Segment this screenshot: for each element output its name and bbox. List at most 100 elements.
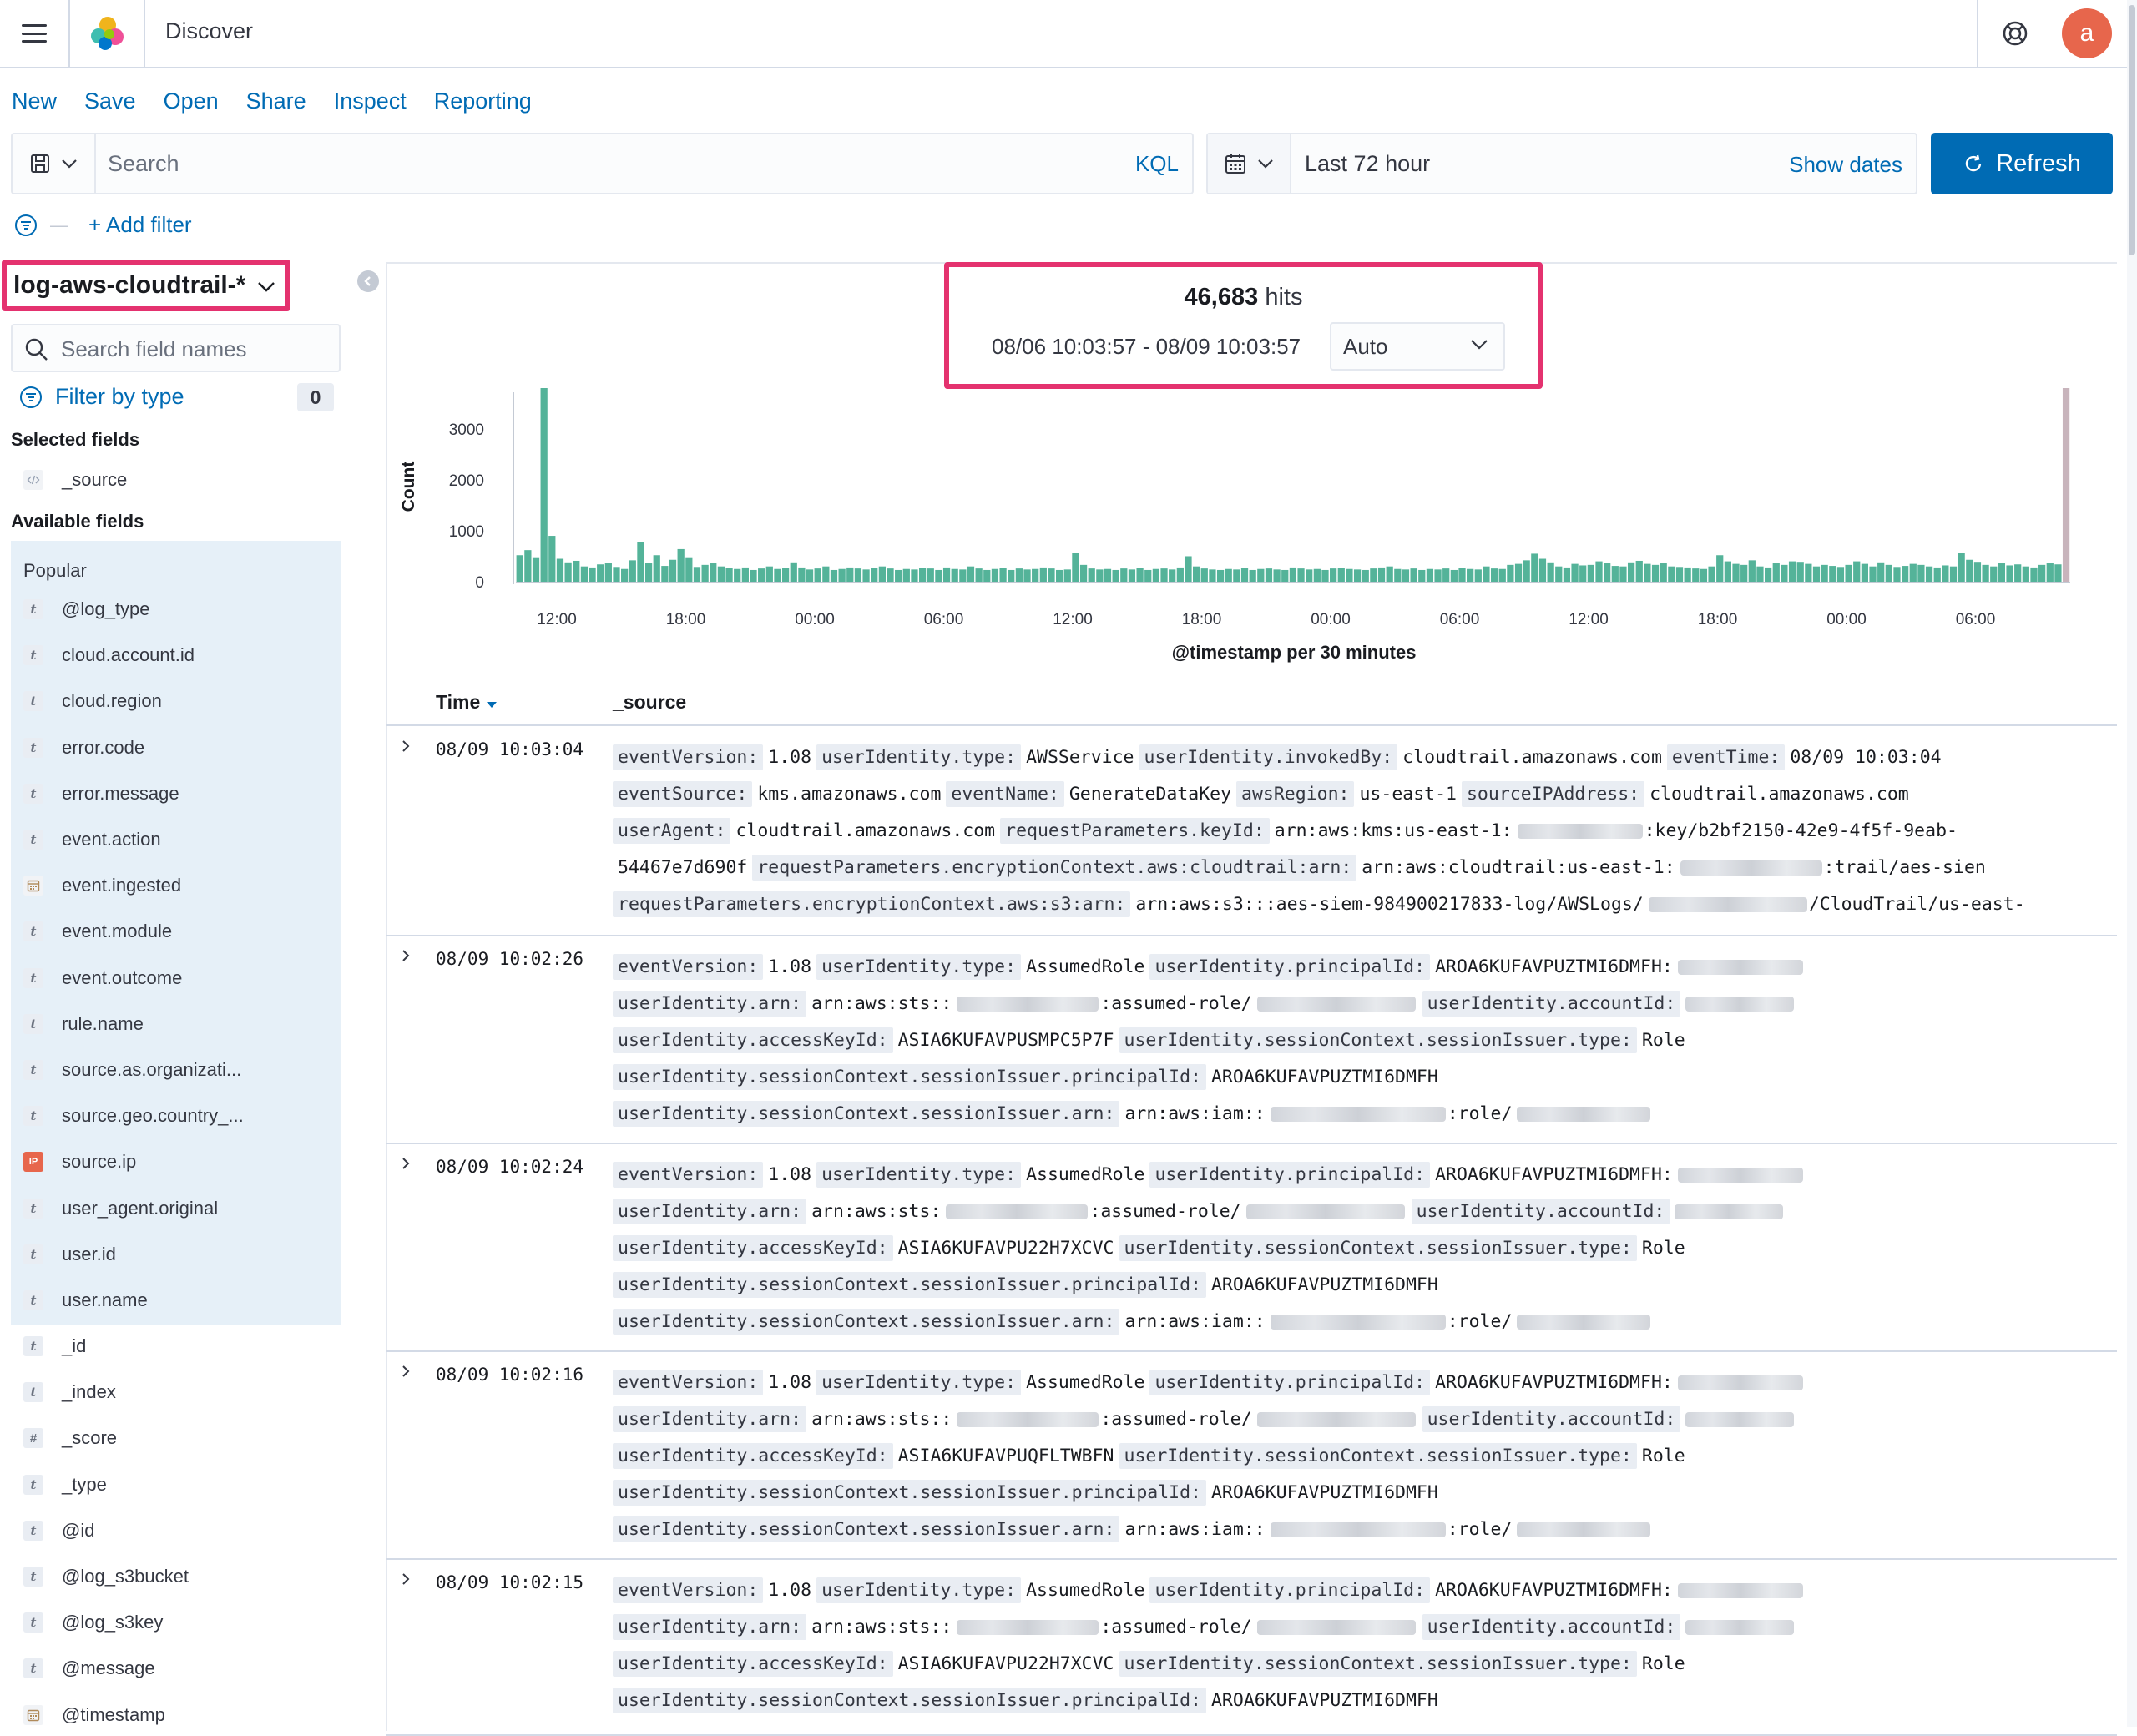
histogram-bar[interactable] xyxy=(918,568,927,582)
histogram-bar[interactable] xyxy=(838,568,846,582)
histogram-bar[interactable] xyxy=(629,560,636,582)
histogram-bar[interactable] xyxy=(887,568,894,582)
field-item[interactable]: # _score xyxy=(23,1421,117,1455)
histogram-bar[interactable] xyxy=(1836,567,1845,582)
menu-button[interactable] xyxy=(0,0,70,67)
histogram-bar[interactable] xyxy=(1240,568,1249,582)
histogram-bar[interactable] xyxy=(1958,553,1965,582)
field-item[interactable]: t user.name xyxy=(23,1284,148,1317)
histogram-bar[interactable] xyxy=(2014,564,2022,582)
histogram-bar[interactable] xyxy=(548,536,556,582)
histogram-bar[interactable] xyxy=(573,560,580,582)
page-scrollbar[interactable] xyxy=(2127,0,2137,1727)
histogram-bar[interactable] xyxy=(661,566,669,582)
histogram-bar[interactable] xyxy=(1675,567,1684,582)
histogram-bar[interactable] xyxy=(556,558,564,582)
histogram-bar[interactable] xyxy=(1619,566,1627,582)
histogram-bar[interactable] xyxy=(516,555,523,582)
histogram-bar[interactable] xyxy=(1796,562,1804,582)
histogram-bar[interactable] xyxy=(1523,560,1530,582)
histogram-bar[interactable] xyxy=(1885,564,1892,582)
histogram-bar[interactable] xyxy=(765,566,773,582)
query-language-toggle[interactable]: KQL xyxy=(1135,151,1179,177)
histogram-bar[interactable] xyxy=(854,568,862,582)
histogram-bar[interactable] xyxy=(621,568,629,582)
histogram-bar[interactable] xyxy=(685,557,693,582)
histogram-bar[interactable] xyxy=(741,567,749,582)
histogram-bar[interactable] xyxy=(975,568,983,582)
histogram-bar[interactable] xyxy=(1112,569,1119,582)
expand-row-button[interactable] xyxy=(397,1571,414,1587)
expand-row-button[interactable] xyxy=(397,738,414,754)
histogram-bar[interactable] xyxy=(1079,564,1088,582)
histogram-bar[interactable] xyxy=(1644,563,1651,582)
histogram-bar[interactable] xyxy=(1450,569,1458,582)
histogram-bar[interactable] xyxy=(1377,567,1386,582)
histogram-bar[interactable] xyxy=(1812,566,1821,582)
histogram-bar[interactable] xyxy=(1362,569,1369,582)
histogram-bar[interactable] xyxy=(927,568,934,582)
histogram-bar[interactable] xyxy=(1724,561,1731,582)
field-item[interactable]: t @message xyxy=(23,1652,155,1685)
histogram-bar[interactable] xyxy=(1023,569,1031,582)
sort-desc-icon[interactable] xyxy=(486,700,498,709)
histogram-bar[interactable] xyxy=(1273,569,1281,582)
histogram-bar[interactable] xyxy=(1434,569,1442,582)
histogram-bar[interactable] xyxy=(1821,564,1828,582)
histogram-bar[interactable] xyxy=(774,568,781,582)
histogram-bar[interactable] xyxy=(1507,564,1514,582)
histogram-bar[interactable] xyxy=(959,569,967,582)
histogram-bar[interactable] xyxy=(1700,568,1708,582)
field-item[interactable]: t cloud.account.id xyxy=(23,638,195,672)
table-row[interactable]: 08/09 10:02:26 eventVersion: 1.08 userIdent… xyxy=(386,937,2117,1144)
field-item[interactable]: t @log_type xyxy=(23,593,150,626)
histogram-bar[interactable] xyxy=(1925,566,1933,582)
table-row[interactable]: 08/09 10:02:24 eventVersion: 1.08 userIdent… xyxy=(386,1145,2117,1352)
histogram-bar[interactable] xyxy=(1386,566,1393,582)
histogram-bar[interactable] xyxy=(1595,561,1603,582)
histogram-bar[interactable] xyxy=(1048,568,1055,582)
field-item[interactable]: t _type xyxy=(23,1468,107,1501)
histogram-bar[interactable] xyxy=(1233,569,1240,582)
histogram-bar[interactable] xyxy=(1152,568,1160,582)
histogram-bar[interactable] xyxy=(1193,566,1200,582)
histogram-bar[interactable] xyxy=(2030,567,2038,582)
histogram-bar[interactable] xyxy=(1474,569,1482,582)
help-button[interactable] xyxy=(1977,0,2052,67)
histogram-chart[interactable]: Count 0 1000 2000 3000 12:00 18:00 00:00 06:00… xyxy=(392,380,2095,672)
histogram-bar[interactable] xyxy=(1088,568,1095,582)
histogram-bar[interactable] xyxy=(1547,562,1554,582)
page-scrollbar-thumb[interactable] xyxy=(2129,5,2135,255)
histogram-bar[interactable] xyxy=(1402,569,1410,582)
histogram-bar[interactable] xyxy=(1096,569,1104,582)
histogram-bar[interactable] xyxy=(1973,562,1982,582)
histogram-bar[interactable] xyxy=(1949,566,1958,582)
histogram-bar[interactable] xyxy=(1893,567,1901,582)
histogram-bar[interactable] xyxy=(1853,561,1861,582)
histogram-bar[interactable] xyxy=(2062,388,2070,582)
histogram-bar[interactable] xyxy=(1514,563,1523,582)
histogram-bar[interactable] xyxy=(1563,567,1571,582)
field-item[interactable]: _source xyxy=(23,463,127,497)
histogram-bar[interactable] xyxy=(1394,568,1402,582)
collapse-sidebar-button[interactable] xyxy=(357,270,379,292)
histogram-bar[interactable] xyxy=(1321,569,1329,582)
histogram-bar[interactable] xyxy=(1538,558,1547,582)
field-item[interactable]: t user_agent.original xyxy=(23,1192,218,1225)
histogram-bar[interactable] xyxy=(710,563,717,582)
histogram-bar[interactable] xyxy=(1216,569,1225,582)
histogram-bar[interactable] xyxy=(1660,563,1667,582)
histogram-bar[interactable] xyxy=(798,567,806,582)
histogram-bar[interactable] xyxy=(1289,567,1297,582)
histogram-bar[interactable] xyxy=(580,566,589,582)
quick-date-menu-button[interactable] xyxy=(1208,134,1291,193)
histogram-bar[interactable] xyxy=(1788,561,1796,582)
field-item[interactable]: t source.geo.country_... xyxy=(23,1099,244,1133)
histogram-bar[interactable] xyxy=(1732,563,1740,582)
histogram-bar[interactable] xyxy=(862,569,870,582)
histogram-bar[interactable] xyxy=(1998,563,2006,582)
histogram-bar[interactable] xyxy=(999,568,1007,582)
histogram-bar[interactable] xyxy=(1200,568,1208,582)
field-item[interactable]: t @id xyxy=(23,1514,94,1547)
histogram-bar[interactable] xyxy=(1555,566,1563,582)
